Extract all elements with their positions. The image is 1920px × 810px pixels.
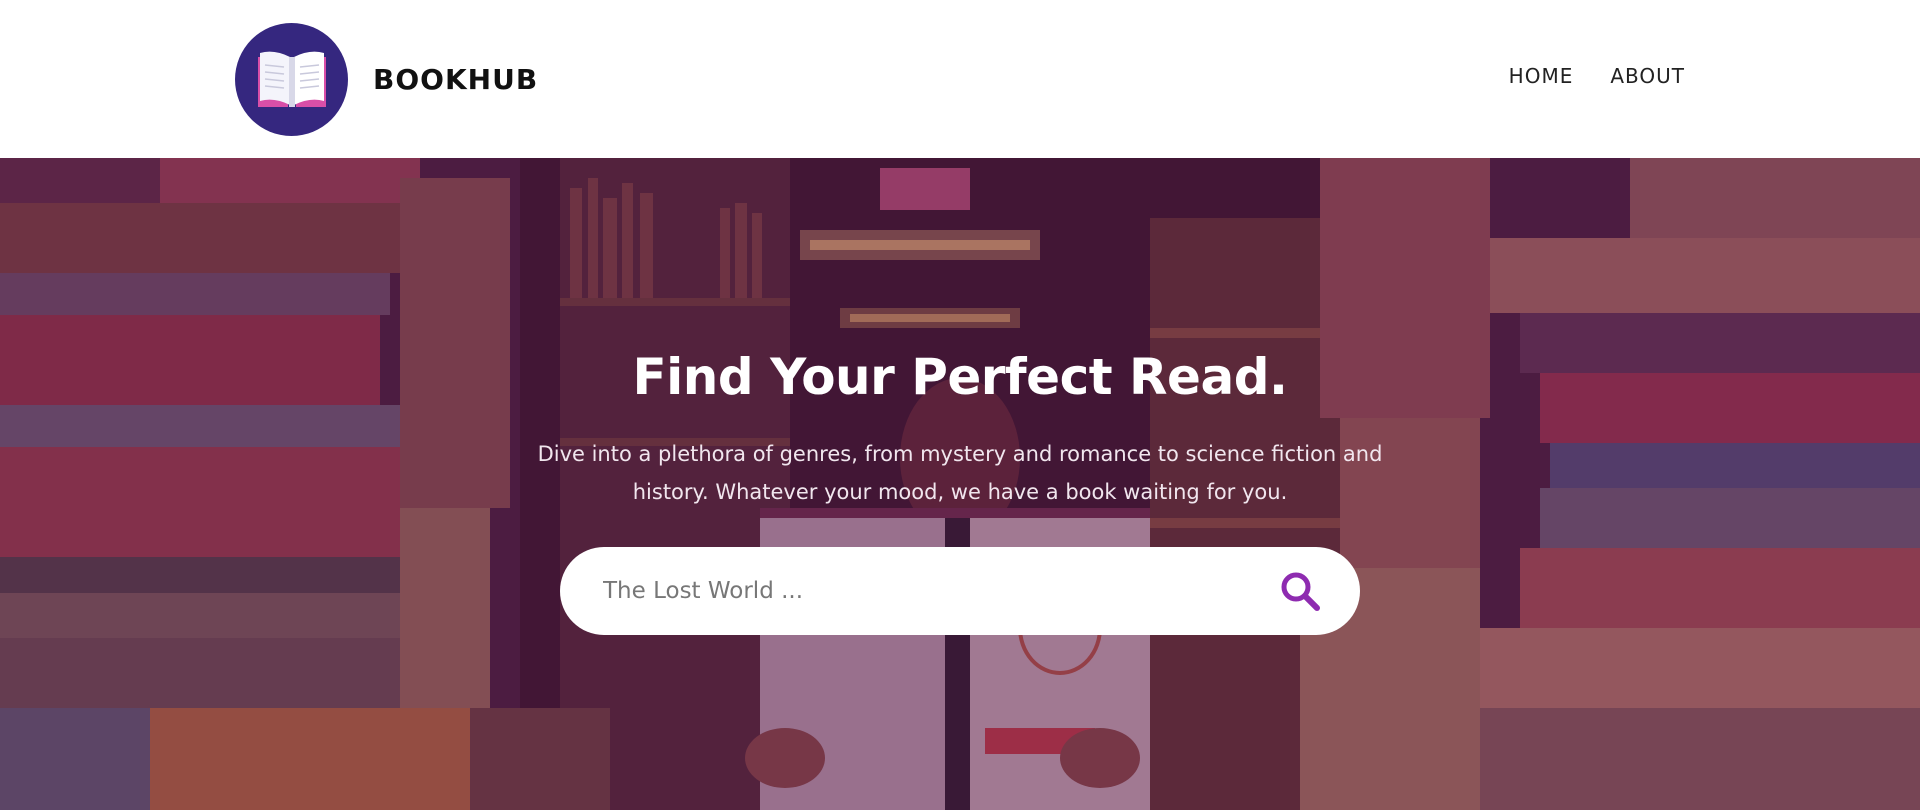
- nav-home-link[interactable]: HOME: [1509, 64, 1574, 88]
- search-button[interactable]: [1272, 563, 1328, 619]
- open-book-icon: [257, 51, 326, 107]
- search-bar: [560, 547, 1360, 635]
- hero-subtitle: Dive into a plethora of genres, from mys…: [537, 442, 1383, 504]
- hero-section: Find Your Perfect Read. Dive into a plet…: [0, 158, 1920, 810]
- search-icon: [1281, 572, 1320, 611]
- search-input[interactable]: [603, 578, 1272, 604]
- hero-title: Find Your Perfect Read.: [632, 348, 1288, 406]
- nav-about-link[interactable]: ABOUT: [1610, 64, 1685, 88]
- site-header: BOOKHUB HOME ABOUT: [0, 0, 1920, 158]
- logo-badge: [235, 23, 348, 136]
- brand-name: BOOKHUB: [373, 63, 539, 96]
- main-nav: HOME ABOUT: [1509, 64, 1685, 88]
- brand-logo-link[interactable]: BOOKHUB: [235, 23, 538, 136]
